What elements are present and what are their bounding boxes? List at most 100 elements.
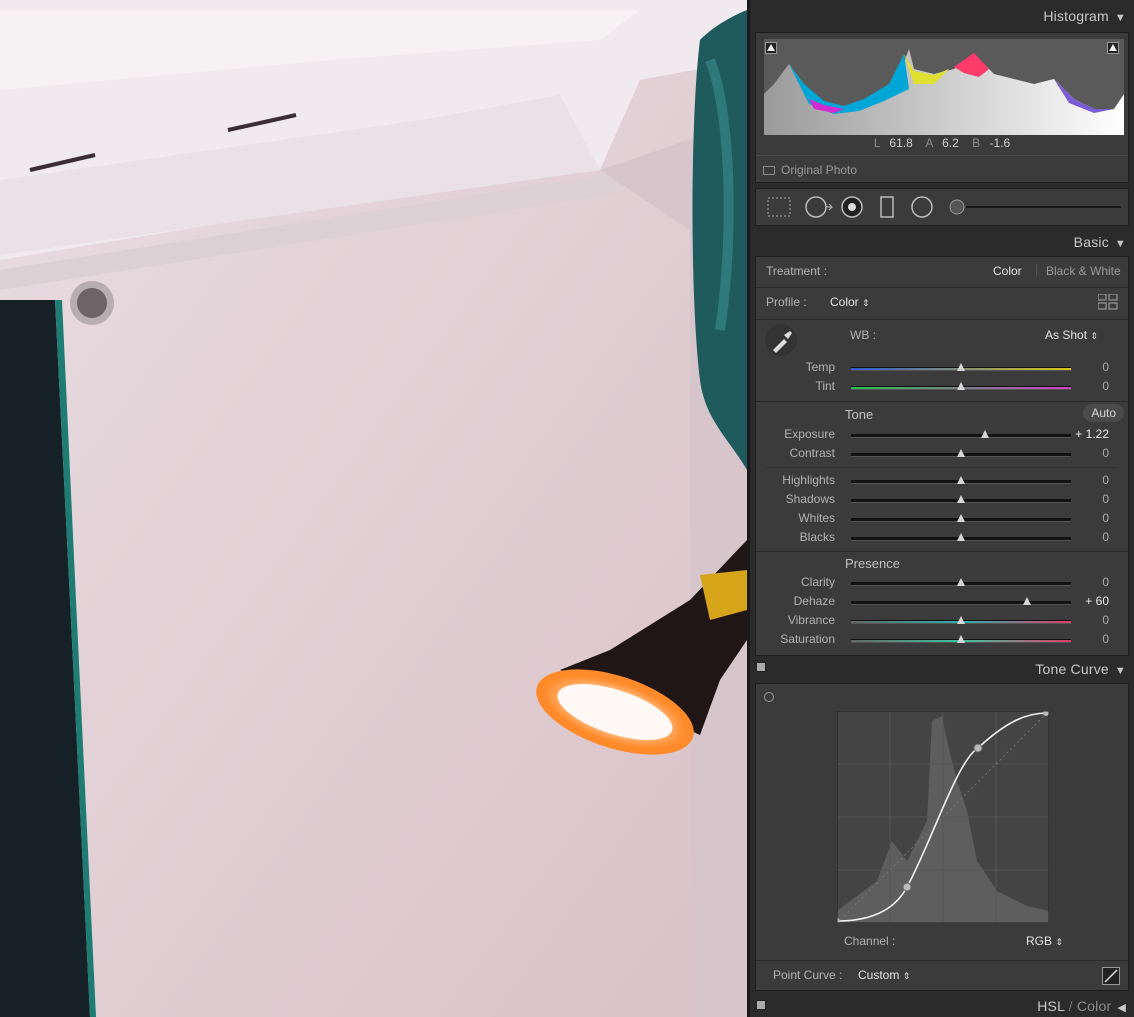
wb-eyedropper-icon[interactable] (764, 323, 798, 357)
tool-strip (755, 188, 1129, 226)
slider-label: Blacks (799, 530, 835, 544)
hsl-tab[interactable]: HSL (1037, 998, 1064, 1014)
treatment-bw-option[interactable]: Black & White (1046, 264, 1121, 278)
slider-label: Contrast (789, 446, 835, 460)
spot-removal-icon (805, 196, 834, 218)
slider-value[interactable]: 0 (1102, 575, 1109, 589)
profile-browser-grid-icon[interactable] (1098, 294, 1118, 310)
slider-label: Shadows (785, 492, 835, 506)
channel-label: Channel : (844, 934, 896, 948)
slider-value[interactable]: 0 (1102, 379, 1109, 393)
slider-knob[interactable] (957, 533, 965, 541)
tone-heading: Tone (845, 407, 874, 422)
basic-box: Treatment : Color | Black & White Profil… (755, 256, 1129, 656)
point-curve-value: Custom (858, 968, 900, 982)
basic-header[interactable]: Basic ▼ (1074, 234, 1126, 250)
treatment-label: Treatment : (766, 264, 827, 278)
presence-heading: Presence (845, 556, 900, 571)
channel-value: RGB (1026, 934, 1053, 948)
profile-label: Profile : (766, 295, 807, 309)
histogram-box: L 61.8 A 6.2 B -1.6 Original Photo (755, 32, 1129, 183)
point-curve-select[interactable]: Custom ⇕ (858, 968, 910, 982)
dehaze-slider-track[interactable] (851, 601, 1071, 605)
slider-knob[interactable] (957, 514, 965, 522)
tone-curve-graph[interactable] (837, 711, 1049, 923)
wb-value: As Shot (1045, 328, 1088, 342)
treatment-color-option[interactable]: Color (993, 264, 1022, 278)
slider-value[interactable]: 0 (1102, 473, 1109, 487)
slider-value[interactable]: 0 (1102, 613, 1109, 627)
slider-knob[interactable] (957, 635, 965, 643)
histogram-title: Histogram (1043, 8, 1109, 24)
profile-select[interactable]: Color ⇕ (830, 295, 870, 309)
targeted-adjustment-icon[interactable] (764, 692, 774, 702)
histogram-header[interactable]: Histogram ▼ (1043, 8, 1126, 24)
slider-knob[interactable] (957, 476, 965, 484)
slider-value[interactable]: 0 (1102, 530, 1109, 544)
collapse-triangle-icon[interactable]: ▼ (1115, 12, 1126, 24)
profile-value: Color (830, 295, 859, 309)
slider-knob[interactable] (957, 578, 965, 586)
slider-knob[interactable] (981, 430, 990, 438)
point-curve-label: Point Curve : (773, 968, 843, 982)
red-eye-icon (841, 196, 863, 218)
wb-label: WB : (850, 328, 876, 342)
wb-select[interactable]: As Shot ⇕ (1045, 328, 1098, 342)
updown-icon: ⇕ (1055, 937, 1063, 947)
highlight-clipping-icon[interactable] (1107, 42, 1119, 54)
photo-preview[interactable] (0, 0, 747, 1017)
lab-readout: L 61.8 A 6.2 B -1.6 (756, 136, 1128, 150)
photo-image (0, 0, 747, 1017)
original-photo-label: Original Photo (781, 163, 858, 177)
slider-knob[interactable] (957, 363, 965, 371)
expand-triangle-icon[interactable]: ◀ (1117, 1001, 1126, 1014)
slider-knob[interactable] (957, 616, 965, 624)
updown-icon: ⇕ (862, 298, 870, 308)
slider-label: Dehaze (793, 594, 835, 608)
b-value: -1.6 (989, 136, 1011, 150)
exposure-slider-track[interactable] (851, 434, 1071, 438)
slider-label: Whites (798, 511, 835, 525)
slider-value[interactable]: 0 (1102, 360, 1109, 374)
updown-icon: ⇕ (1090, 331, 1098, 341)
slider-label: Exposure (784, 427, 835, 441)
hsl-header[interactable]: HSL / Color ◀ (1037, 998, 1126, 1014)
panel-switch-icon[interactable] (756, 1000, 766, 1010)
tool-strip-icons (767, 196, 1121, 218)
shadow-clipping-icon[interactable] (765, 42, 777, 54)
graduated-filter-icon (880, 196, 894, 218)
a-value: 6.2 (942, 136, 959, 150)
adjustment-brush-icon (949, 199, 1121, 215)
curve-edit-icon[interactable] (1102, 967, 1120, 985)
slider-knob[interactable] (1023, 597, 1031, 605)
slider-value[interactable]: + 1.22 (1075, 427, 1109, 441)
channel-select[interactable]: RGB ⇕ (1026, 934, 1063, 948)
slider-value[interactable]: 0 (1102, 511, 1109, 525)
crop-overlay-icon (767, 197, 791, 217)
slider-knob[interactable] (957, 449, 965, 457)
slider-label: Saturation (780, 632, 835, 646)
slider-label: Temp (805, 360, 835, 374)
color-tab[interactable]: Color (1077, 998, 1111, 1014)
slider-value[interactable]: 0 (1102, 492, 1109, 506)
collapse-triangle-icon[interactable]: ▼ (1115, 238, 1126, 250)
slider-knob[interactable] (957, 382, 965, 390)
slider-label: Vibrance (787, 613, 835, 627)
l-value: 61.8 (889, 136, 913, 150)
slider-value[interactable]: 0 (1102, 446, 1109, 460)
original-photo-toggle[interactable]: Original Photo (763, 163, 857, 177)
slider-value[interactable]: + 60 (1085, 594, 1109, 608)
basic-title: Basic (1073, 234, 1109, 250)
collapse-triangle-icon[interactable]: ▼ (1115, 665, 1126, 677)
tone-curve-header[interactable]: Tone Curve ▼ (1035, 661, 1126, 677)
panel-switch-icon[interactable] (756, 662, 766, 672)
checkbox-icon[interactable] (763, 166, 775, 176)
slider-value[interactable]: 0 (1102, 632, 1109, 646)
slider-label: Clarity (800, 575, 835, 589)
slider-knob[interactable] (957, 495, 965, 503)
develop-panel: Histogram ▼ L 61.8 A 6.2 B -1.6 Original… (747, 0, 1134, 1017)
b-label: B (972, 136, 981, 150)
tone-curve-title: Tone Curve (1035, 661, 1109, 677)
divider: | (1035, 262, 1039, 276)
auto-button[interactable]: Auto (1083, 404, 1124, 422)
